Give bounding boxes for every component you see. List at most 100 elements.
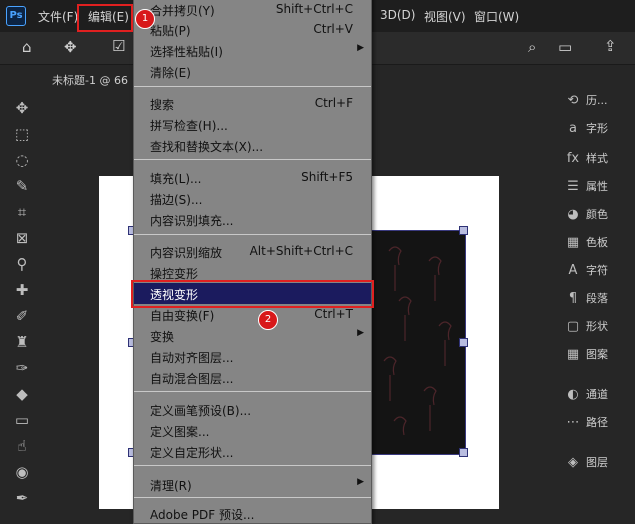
panel-shapes[interactable]: ▢ 形状 (564, 318, 634, 338)
channels-icon: ◐ (567, 387, 579, 402)
paths-icon: ⋯ (566, 415, 580, 430)
menu-item-auto-align-layers[interactable]: 自动对齐图层... (134, 346, 371, 367)
panel-layers[interactable]: ◈ 图层 (564, 454, 634, 474)
menu-item-define-pattern[interactable]: 定义图案... (134, 420, 371, 441)
search-icon[interactable]: ⌕ (528, 38, 536, 56)
panel-shapes-label: 形状 (586, 320, 608, 333)
menu-item-paste[interactable]: 粘贴(P) Ctrl+V (134, 19, 371, 40)
panel-paragraph[interactable]: ¶ 段落 (564, 290, 634, 310)
workspace-icon[interactable]: ▭ (558, 38, 572, 56)
menu-3d[interactable]: 3D(D) (380, 8, 415, 22)
panel-patterns[interactable]: ▦ 图案 (564, 346, 634, 366)
history-icon: ⟲ (567, 93, 579, 108)
smudge-tool-icon[interactable]: ☝ (12, 436, 32, 456)
menu-item-clear[interactable]: 清除(E) (134, 61, 371, 82)
panel-paths-label: 路径 (586, 416, 608, 429)
lasso-tool-icon[interactable]: ◌ (12, 150, 32, 170)
eyedropper-tool-icon[interactable]: ⚲ (12, 254, 32, 274)
move-tool-icon[interactable]: ✥ (12, 98, 32, 118)
menu-item-stroke[interactable]: 描边(S)... (134, 188, 371, 209)
menu-item-label: 自由变换(F) (150, 309, 215, 323)
transform-handle-bottom-right[interactable] (459, 448, 468, 457)
clone-stamp-tool-icon[interactable]: ♜ (12, 332, 32, 352)
menu-item-label: 自动混合图层... (150, 372, 234, 386)
menu-item-label: 搜索 (150, 98, 175, 112)
panel-history[interactable]: ⟲ 历... (564, 92, 634, 112)
rectangle-tool-icon[interactable]: ▭ (12, 410, 32, 430)
panel-glyphs-label: 字形 (586, 122, 608, 135)
menu-item-label: 自动对齐图层... (150, 351, 234, 365)
menu-item-content-aware-scale[interactable]: 内容识别缩放 Alt+Shift+Ctrl+C (134, 241, 371, 262)
menu-item-copy-merged[interactable]: 合并拷贝(Y) Shift+Ctrl+C (134, 0, 371, 20)
menu-item-label: 清理(R) (150, 479, 192, 493)
panel-glyphs[interactable]: a 字形 (564, 120, 634, 140)
panel-channels-label: 通道 (586, 388, 608, 401)
panel-styles-label: 样式 (586, 152, 608, 165)
crop-tool-icon[interactable]: ⌗ (12, 202, 32, 222)
layers-icon: ◈ (568, 455, 578, 470)
panel-channels[interactable]: ◐ 通道 (564, 386, 634, 406)
menu-item-label: 拼写检查(H)... (150, 119, 228, 133)
menu-item-label: 合并拷贝(Y) (150, 4, 215, 18)
menu-item-label: 内容识别缩放 (150, 246, 223, 260)
document-tab[interactable]: 未标题-1 @ 66 (52, 72, 128, 88)
image-layer[interactable] (368, 230, 466, 455)
brush-tool-icon[interactable]: ✐ (12, 306, 32, 326)
submenu-arrow-icon: ▶ (357, 477, 364, 487)
move-icon[interactable]: ✥ (64, 38, 77, 56)
quick-select-tool-icon[interactable]: ✎ (12, 176, 32, 196)
panel-swatches[interactable]: ▦ 色板 (564, 234, 634, 254)
menu-item-adobe-pdf-presets[interactable]: Adobe PDF 预设... (134, 503, 371, 524)
menu-item-label: 定义图案... (150, 425, 210, 439)
panel-styles[interactable]: fx 样式 (564, 150, 634, 170)
edit-dropdown-menu: 合并拷贝(Y) Shift+Ctrl+C 粘贴(P) Ctrl+V 选择性粘贴(I)… (133, 0, 372, 524)
panel-paths[interactable]: ⋯ 路径 (564, 414, 634, 434)
menu-item-label: 定义自定形状... (150, 446, 234, 460)
menu-file[interactable]: 文件(F) (38, 8, 78, 25)
menu-item-paste-special[interactable]: 选择性粘贴(I) ▶ (134, 40, 371, 61)
panel-properties[interactable]: ☰ 属性 (564, 178, 634, 198)
home-icon[interactable]: ⌂ (22, 38, 32, 56)
menu-item-find-replace[interactable]: 查找和替换文本(X)... (134, 135, 371, 156)
menu-item-transform[interactable]: 变换 ▶ (134, 325, 371, 346)
panel-character-label: 字符 (586, 264, 608, 277)
dodge-tool-icon[interactable]: ◉ (12, 462, 32, 482)
marquee-tool-icon[interactable]: ⬚ (12, 124, 32, 144)
fx-icon: fx (566, 151, 580, 166)
annotation-highlight-edit-menu (77, 4, 133, 32)
panel-character[interactable]: A 字符 (564, 262, 634, 282)
flamingo-image (383, 246, 452, 436)
transform-handle-top-right[interactable] (459, 226, 468, 235)
menu-item-label: 内容识别填充... (150, 214, 234, 228)
menu-item-fill[interactable]: 填充(L)... Shift+F5 (134, 167, 371, 188)
right-panel-dock: ⟲ 历... a 字形 fx 样式 ☰ 属性 ◕ 颜色 ▦ 色板 A 字符 ¶ 段落 ▢ 形状 ▦… (556, 92, 635, 516)
menu-item-shortcut: Shift+F5 (301, 170, 353, 184)
transform-handle-middle-right[interactable] (459, 338, 468, 347)
menu-item-purge[interactable]: 清理(R) ▶ (134, 474, 371, 495)
menu-item-search[interactable]: 搜索 Ctrl+F (134, 93, 371, 114)
menu-item-define-custom-shape[interactable]: 定义自定形状... (134, 441, 371, 462)
menu-item-define-brush-preset[interactable]: 定义画笔预设(B)... (134, 399, 371, 420)
menu-item-shortcut: Alt+Shift+Ctrl+C (249, 244, 353, 258)
frame-tool-icon[interactable]: ⊠ (12, 228, 32, 248)
menu-separator (134, 159, 371, 160)
menu-item-shortcut: Ctrl+F (314, 96, 353, 110)
share-icon[interactable]: ⇪ (604, 37, 617, 55)
menu-item-spell-check[interactable]: 拼写检查(H)... (134, 114, 371, 135)
panel-color[interactable]: ◕ 颜色 (564, 206, 634, 226)
history-brush-tool-icon[interactable]: ✑ (12, 358, 32, 378)
annotation-highlight-perspective-warp (131, 280, 374, 308)
menu-item-label: 选择性粘贴(I) (150, 45, 223, 59)
menu-item-content-aware-fill[interactable]: 内容识别填充... (134, 209, 371, 230)
submenu-arrow-icon: ▶ (357, 328, 364, 338)
menu-view[interactable]: 视图(V) (424, 8, 466, 25)
menu-item-label: 查找和替换文本(X)... (150, 140, 264, 154)
eraser-tool-icon[interactable]: ◆ (12, 384, 32, 404)
menu-item-label: 填充(L)... (150, 172, 202, 186)
healing-brush-tool-icon[interactable]: ✚ (12, 280, 32, 300)
menu-item-auto-blend-layers[interactable]: 自动混合图层... (134, 367, 371, 388)
pen-tool-icon[interactable]: ✒ (12, 488, 32, 508)
checkbox-icon[interactable]: ☑ (112, 37, 125, 55)
menu-window[interactable]: 窗口(W) (474, 8, 519, 25)
panel-patterns-label: 图案 (586, 348, 608, 361)
